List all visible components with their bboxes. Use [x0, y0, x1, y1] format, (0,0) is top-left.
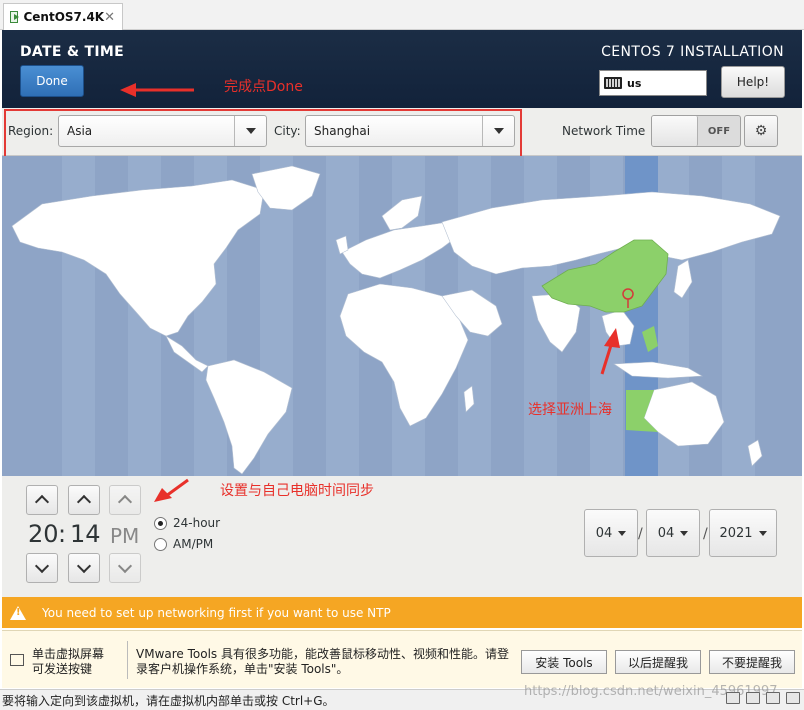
- network-time-toggle[interactable]: OFF: [651, 115, 741, 147]
- radio-unselected-icon: [154, 537, 167, 551]
- year-value: 2021: [719, 525, 753, 541]
- minute-down-button[interactable]: [68, 553, 100, 583]
- done-button[interactable]: Done: [20, 65, 84, 97]
- keyboard-layout-label: us: [627, 76, 642, 90]
- divider: [127, 641, 128, 679]
- format-24-radio[interactable]: 24-hour: [154, 516, 220, 530]
- month-dropdown[interactable]: 04: [584, 509, 638, 557]
- format-ampm-radio[interactable]: AM/PM: [154, 537, 213, 551]
- network-time-state: OFF: [707, 125, 731, 137]
- ampm-value: PM: [110, 524, 140, 548]
- toggle-knob: [652, 116, 698, 146]
- ampm-down-button[interactable]: [109, 553, 141, 583]
- time-setting-area: 20 : 14 PM 24-hour AM/PM 设置与自己电脑时间同步 04 …: [2, 476, 802, 597]
- done-annotation-arrow: [120, 83, 194, 97]
- tools-message: VMware Tools 具有很多功能，能改善鼠标移动性、视频和性能。请登录客户…: [136, 647, 509, 676]
- region-highlight-box: [4, 109, 522, 159]
- timezone-map[interactable]: 选择亚洲上海: [2, 156, 802, 476]
- usb-icon[interactable]: [766, 692, 780, 704]
- time-annotation: 设置与自己电脑时间同步: [220, 483, 374, 499]
- page-title: DATE & TIME: [20, 44, 124, 60]
- never-remind-button[interactable]: 不要提醒我: [709, 650, 795, 674]
- click-screen-hint: 单击虚拟屏幕 可发送按键: [32, 647, 104, 677]
- install-tools-button[interactable]: 安装 Tools: [521, 650, 607, 674]
- vm-icon: [10, 11, 20, 23]
- status-icons: [726, 692, 800, 704]
- tab-bar: CentOS7.4K ✕: [0, 0, 804, 30]
- click-hint-line2: 可发送按键: [32, 662, 93, 676]
- time-separator: :: [58, 520, 67, 548]
- year-dropdown[interactable]: 2021: [709, 509, 777, 557]
- world-map: [11, 156, 781, 476]
- keyboard-icon: [10, 654, 24, 666]
- hour-value: 20: [28, 520, 59, 548]
- hour-up-button[interactable]: [26, 485, 58, 515]
- chevron-down-icon: [680, 530, 689, 536]
- click-hint-line1: 单击虚拟屏幕: [32, 647, 105, 661]
- close-icon[interactable]: ✕: [104, 10, 115, 25]
- format-ampm-label: AM/PM: [173, 537, 214, 551]
- radio-selected-icon: [154, 516, 167, 530]
- chevron-down-icon: [618, 530, 627, 536]
- date-separator: /: [703, 526, 708, 542]
- vm-tab[interactable]: CentOS7.4K ✕: [3, 3, 123, 30]
- hdd-icon[interactable]: [726, 692, 740, 704]
- minute-up-button[interactable]: [68, 485, 100, 515]
- time-annotation-arrow: [154, 478, 189, 502]
- gear-icon: ⚙: [754, 123, 768, 139]
- sound-icon[interactable]: [786, 692, 800, 704]
- done-annotation: 完成点Done: [224, 79, 303, 95]
- date-separator: /: [638, 526, 643, 542]
- install-title: CENTOS 7 INSTALLATION: [601, 44, 784, 60]
- hour-down-button[interactable]: [26, 553, 58, 583]
- vm-tab-title: CentOS7.4K: [23, 10, 105, 24]
- month-value: 04: [595, 525, 613, 541]
- vmware-tools-bar: 单击虚拟屏幕 可发送按键 VMware Tools 具有很多功能，能改善鼠标移动…: [2, 630, 802, 688]
- warning-text: You need to set up networking first if y…: [42, 605, 391, 620]
- remind-later-button[interactable]: 以后提醒我: [615, 650, 701, 674]
- keyboard-layout-indicator[interactable]: us: [599, 70, 707, 96]
- ntp-settings-button[interactable]: ⚙: [744, 115, 778, 147]
- warning-icon: [10, 605, 26, 620]
- keyboard-icon: [604, 77, 622, 89]
- chevron-down-icon: [758, 530, 767, 536]
- region-annotation: 选择亚洲上海: [528, 402, 612, 418]
- day-value: 04: [657, 525, 675, 541]
- day-dropdown[interactable]: 04: [646, 509, 700, 557]
- ntp-warning-bar: You need to set up networking first if y…: [2, 597, 802, 628]
- ampm-up-button[interactable]: [109, 485, 141, 515]
- network-time-label: Network Time: [562, 124, 646, 138]
- minute-value: 14: [70, 520, 101, 548]
- status-text: 要将输入定向到该虚拟机，请在虚拟机内部单击或按 Ctrl+G。: [2, 693, 335, 708]
- help-button[interactable]: Help!: [721, 66, 785, 98]
- network-icon[interactable]: [746, 692, 760, 704]
- format-24-label: 24-hour: [173, 516, 221, 530]
